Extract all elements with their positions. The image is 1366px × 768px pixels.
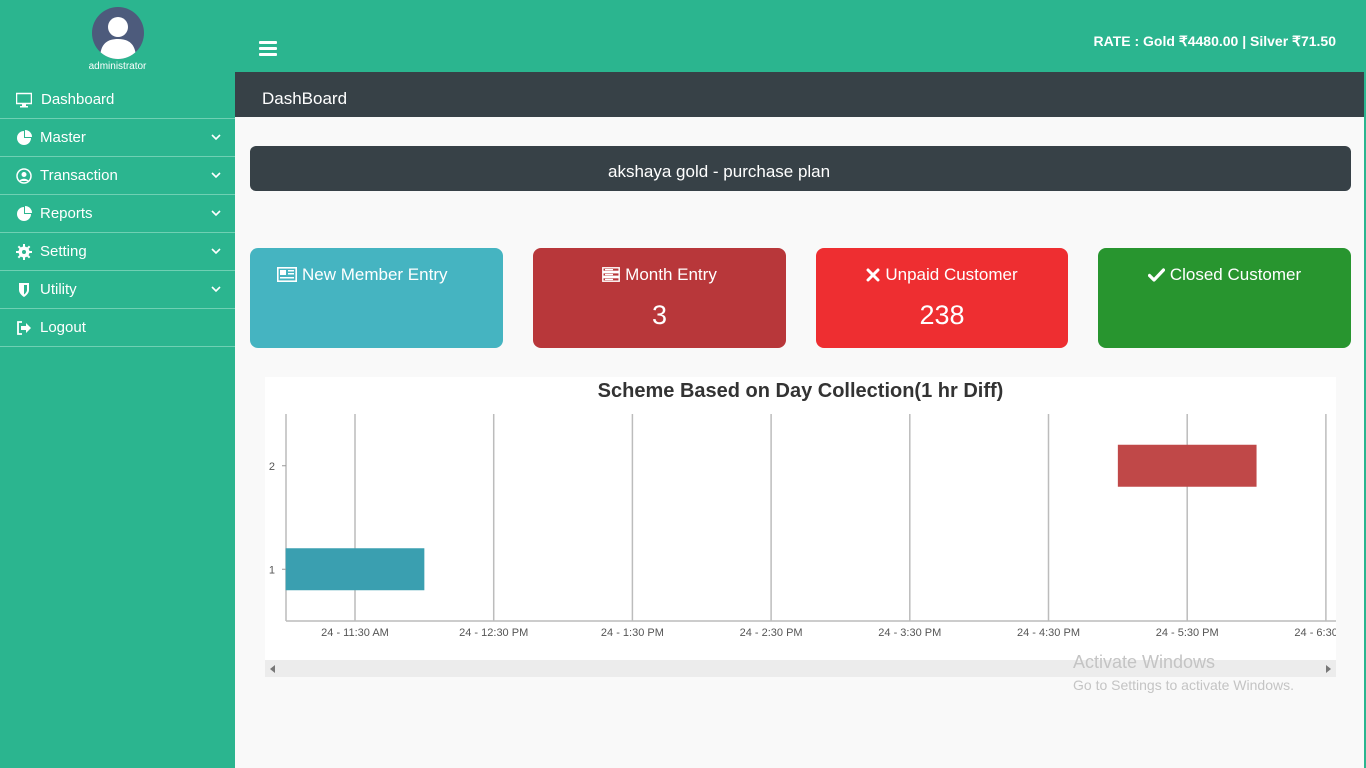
month-entry-card[interactable]: Month Entry 3 — [533, 248, 786, 348]
server-icon — [602, 267, 621, 282]
scroll-left-arrow-icon[interactable] — [270, 665, 275, 673]
pie-icon — [17, 206, 32, 221]
avatar[interactable] — [92, 7, 144, 59]
sidebar-item-logout[interactable]: Logout — [0, 309, 235, 347]
chart-x-tick-label: 24 - 5:30 PM — [1156, 627, 1219, 639]
card-label: New Member Entry — [302, 265, 448, 284]
card-label: Closed Customer — [1169, 265, 1302, 284]
sidebar: administrator Dashboard Master Transacti — [0, 0, 235, 768]
sidebar-item-label: Transaction — [40, 167, 118, 184]
chart-bar — [1117, 444, 1257, 487]
chart-x-tick-label: 24 - 12:30 PM — [459, 627, 528, 639]
sign-out-icon — [17, 321, 31, 335]
monitor-icon — [16, 92, 32, 108]
top-bar: RATE : Gold ₹4480.00 | Silver ₹71.50 — [235, 0, 1366, 72]
sidebar-item-master[interactable]: Master — [0, 119, 235, 157]
chart-x-tick-label: 24 - 6:30 PM — [1294, 627, 1336, 639]
sidebar-item-utility[interactable]: Utility — [0, 271, 235, 309]
chart-y-tick-label: 2 — [269, 461, 275, 473]
chart-x-tick-label: 24 - 4:30 PM — [1017, 627, 1080, 639]
card-label: Month Entry — [625, 265, 717, 284]
sidebar-item-reports[interactable]: Reports — [0, 195, 235, 233]
sidebar-item-label: Utility — [40, 281, 77, 298]
collection-chart: Scheme Based on Day Collection(1 hr Diff… — [265, 377, 1336, 677]
activate-windows-subtitle: Go to Settings to activate Windows. — [1073, 677, 1294, 693]
user-circle-icon — [16, 168, 32, 184]
card-header: Closed Customer — [1098, 265, 1351, 285]
sidebar-item-label: Master — [40, 129, 86, 146]
chevron-down-icon — [211, 248, 221, 255]
chart-bar — [285, 548, 425, 591]
chart-x-tick-label: 24 - 3:30 PM — [878, 627, 941, 639]
chart-x-tick-label: 24 - 11:30 AM — [321, 627, 389, 639]
gear-icon — [16, 244, 32, 260]
shield-icon — [19, 283, 29, 297]
sidebar-item-label: Logout — [40, 319, 86, 336]
chevron-down-icon — [211, 172, 221, 179]
chevron-down-icon — [211, 210, 221, 217]
sidebar-item-label: Setting — [40, 243, 87, 260]
user-profile: administrator — [0, 0, 235, 80]
chart-plot: 1 2 24 - 11:30 AM 24 - 12:30 PM 24 - 1:30 PM… — [269, 414, 1336, 639]
sidebar-item-transaction[interactable]: Transaction — [0, 157, 235, 195]
sidebar-item-label: Reports — [40, 205, 93, 222]
page-title: DashBoard — [262, 89, 348, 108]
card-header: New Member Entry — [277, 265, 530, 285]
card-label: Unpaid Customer — [885, 265, 1018, 284]
user-name: administrator — [88, 61, 147, 72]
chevron-down-icon — [211, 286, 221, 293]
sidebar-nav: Dashboard Master Transaction Reports Set… — [0, 81, 235, 347]
new-member-entry-card[interactable]: New Member Entry — [250, 248, 503, 348]
closed-customer-card[interactable]: Closed Customer — [1098, 248, 1351, 348]
activate-windows-title: Activate Windows — [1073, 652, 1216, 672]
plan-banner: akshaya gold - purchase plan — [250, 146, 1351, 191]
page-header: DashBoard — [235, 72, 1364, 117]
check-icon — [1147, 268, 1165, 282]
card-header: Unpaid Customer — [816, 265, 1068, 285]
chart-x-tick-label: 24 - 1:30 PM — [601, 627, 664, 639]
pie-icon — [17, 130, 32, 145]
chart-x-tick-label: 24 - 2:30 PM — [740, 627, 803, 639]
scroll-right-arrow-icon[interactable] — [1326, 665, 1331, 673]
sidebar-item-dashboard[interactable]: Dashboard — [0, 81, 235, 119]
close-icon — [866, 268, 880, 282]
chevron-down-icon — [211, 134, 221, 141]
card-header: Month Entry — [533, 265, 786, 285]
metal-rate-text: RATE : Gold ₹4480.00 | Silver ₹71.50 — [1093, 33, 1336, 49]
card-value: 238 — [919, 300, 965, 330]
chart-y-tick-label: 1 — [269, 564, 275, 576]
newspaper-icon — [277, 267, 297, 282]
unpaid-customer-card[interactable]: Unpaid Customer 238 — [816, 248, 1068, 348]
plan-name: akshaya gold - purchase plan — [608, 162, 831, 181]
sidebar-item-label: Dashboard — [41, 91, 115, 108]
sidebar-item-setting[interactable]: Setting — [0, 233, 235, 271]
menu-toggle-icon[interactable] — [259, 41, 277, 57]
card-value: 3 — [651, 300, 668, 330]
